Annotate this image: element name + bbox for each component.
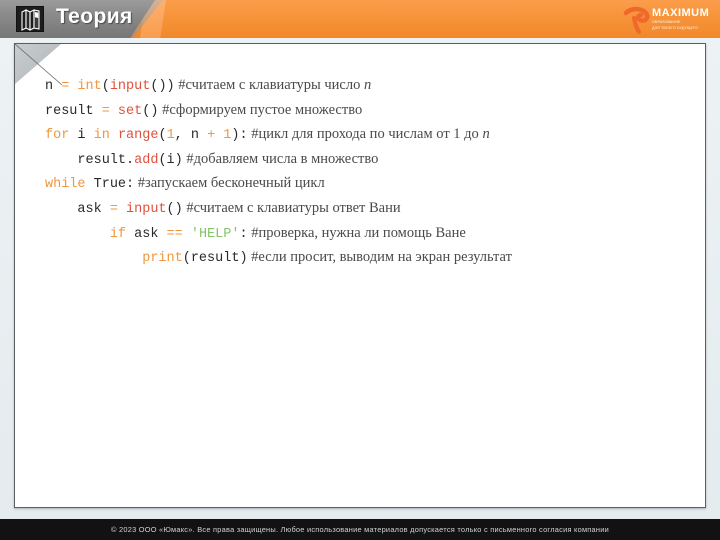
code-token: ): xyxy=(231,128,248,144)
code-token: add xyxy=(134,152,159,168)
code-comment: #проверка, нужна ли помощь Ване xyxy=(247,224,466,241)
page-title: Теория xyxy=(56,5,133,28)
code-comment: #если просит, выводим на экран результат xyxy=(247,249,512,266)
code-token: for xyxy=(45,128,70,144)
code-line: n = int(input()) #считаем с клавиатуры ч… xyxy=(45,74,691,99)
code-token: = xyxy=(109,201,127,217)
code-token: (i) xyxy=(158,152,183,168)
code-token: : xyxy=(239,226,248,242)
slide-root: Теория MAXIMUM ОБРАЗОВАНИЕ ДЛЯ ТВОЕГО БУ… xyxy=(0,0,720,540)
code-token: , n xyxy=(174,128,208,144)
code-token: (result) xyxy=(182,251,248,267)
code-line: result.add(i) #добавляем числа в множест… xyxy=(45,148,691,173)
code-token: print xyxy=(142,251,183,267)
code-comment: #запускаем бесконечный цикл xyxy=(134,175,325,192)
code-token: result xyxy=(45,103,102,119)
code-token: if xyxy=(109,226,127,242)
code-token: ask xyxy=(77,201,110,217)
brand-name: MAXIMUM xyxy=(652,7,710,19)
code-line: while True: #запускаем бесконечный цикл xyxy=(45,172,691,197)
code-comment: #считаем с клавиатуры число n xyxy=(174,77,372,93)
code-token: = xyxy=(61,79,78,94)
books-icon xyxy=(16,6,44,32)
code-token: 'HELP' xyxy=(190,226,240,242)
code-token: result. xyxy=(77,152,135,168)
code-token: = xyxy=(101,103,118,119)
copyright-text: © 2023 ООО «Юмакс». Все права защищены. … xyxy=(111,525,609,534)
content-panel: n = int(input()) #считаем с клавиатуры ч… xyxy=(14,43,706,508)
code-line: ask = input() #считаем с клавиатуры отве… xyxy=(45,197,691,222)
brand-subtitle-1: ОБРАЗОВАНИЕ xyxy=(652,20,681,24)
code-token: set xyxy=(117,103,143,119)
slide-header: Теория MAXIMUM ОБРАЗОВАНИЕ ДЛЯ ТВОЕГО БУ… xyxy=(0,0,720,38)
code-token: i xyxy=(69,128,94,144)
maximum-swoosh-icon xyxy=(623,6,650,35)
code-token: ( xyxy=(101,79,110,94)
brand-subtitle-2: ДЛЯ ТВОЕГО БУДУЩЕГО xyxy=(652,26,698,30)
code-token: + xyxy=(207,128,216,144)
code-comment: #добавляем числа в множество xyxy=(182,150,379,167)
slide-footer: © 2023 ООО «Юмакс». Все права защищены. … xyxy=(0,519,720,540)
code-line: result = set() #сформируем пустое множес… xyxy=(45,99,691,124)
code-line: for i in range(1, n + 1): #цикл для прох… xyxy=(45,123,691,148)
code-comment: #считаем с клавиатуры ответ Вани xyxy=(182,199,401,216)
code-comment: #сформируем пустое множество xyxy=(158,101,363,118)
code-line: print(result) #если просит, выводим на э… xyxy=(45,246,691,271)
code-token: ()) xyxy=(150,79,175,94)
code-token: () xyxy=(166,201,183,217)
code-token: range xyxy=(117,128,159,144)
code-token: ask xyxy=(126,226,167,242)
code-token: while xyxy=(45,177,86,193)
code-token: input xyxy=(109,79,151,94)
code-token: == xyxy=(166,226,183,242)
brand-logo: MAXIMUM ОБРАЗОВАНИЕ ДЛЯ ТВОЕГО БУДУЩЕГО xyxy=(622,5,714,35)
code-token: ( xyxy=(158,128,167,144)
code-token: int xyxy=(77,79,102,94)
code-token: in xyxy=(93,128,110,144)
code-token: () xyxy=(142,103,159,119)
code-token: 1 xyxy=(166,128,175,144)
code-line: if ask == 'HELP': #проверка, нужна ли по… xyxy=(45,222,691,247)
code-comment: #цикл для прохода по числам от 1 до n xyxy=(247,126,490,143)
code-token: True: xyxy=(85,177,135,193)
code-token: input xyxy=(126,201,167,217)
code-token: n xyxy=(45,79,62,94)
code-block: n = int(input()) #считаем с клавиатуры ч… xyxy=(45,74,691,271)
